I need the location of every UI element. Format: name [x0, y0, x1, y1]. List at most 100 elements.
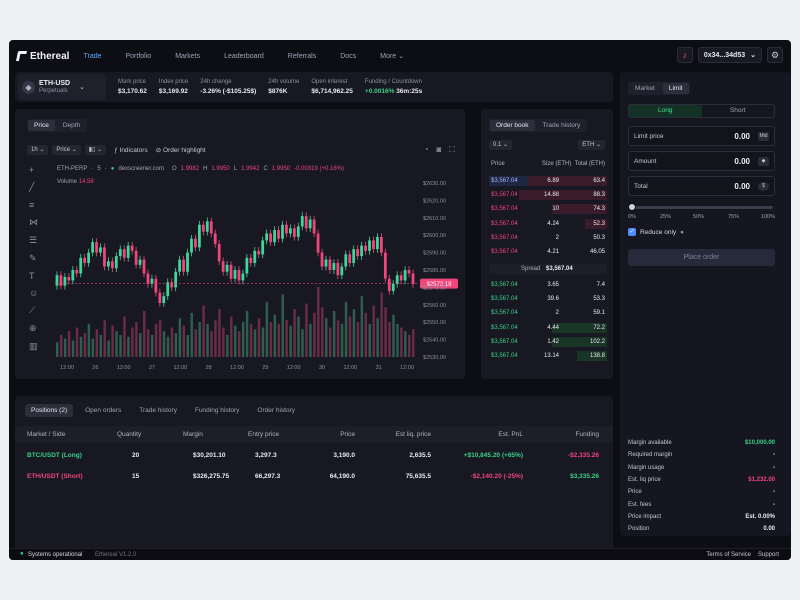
mid-price-button[interactable]: Mid — [758, 132, 769, 141]
bid-row[interactable]: $3,567.04 1.42 102.2 — [489, 336, 607, 347]
position-price: 3,190.0 — [333, 452, 355, 459]
bid-row[interactable]: $3,567.04 2 59.1 — [489, 308, 607, 318]
settings-icon[interactable]: ◔ — [424, 145, 429, 155]
candlestick-chart[interactable]: $2572.19$2630.00$2620.00$2610.00$2600.00… — [55, 175, 461, 377]
camera-icon[interactable]: ◙ — [437, 145, 442, 155]
crosshair-icon[interactable]: + — [29, 165, 38, 175]
volume-bar — [111, 325, 114, 357]
market-pair: ETH-USD — [39, 80, 71, 87]
slider-mark: 100% — [760, 214, 775, 220]
interval-select[interactable]: 1h ⌄ — [27, 145, 49, 155]
tab-market[interactable]: Market — [629, 83, 661, 94]
volume-bar — [63, 338, 67, 357]
candle-body — [249, 257, 253, 264]
ask-row[interactable]: $3,567.04 14.88 88.3 — [489, 190, 607, 201]
ask-row[interactable]: $3,567.04 2 50.3 — [489, 233, 607, 243]
trash-icon[interactable]: ▥ — [29, 341, 38, 352]
ask-row[interactable]: $3,567.04 4.21 46.05 — [489, 247, 607, 257]
volume-bar — [230, 316, 233, 357]
terms-link[interactable]: Terms of Service — [706, 552, 751, 558]
tab-order-book[interactable]: Order book — [490, 120, 535, 131]
bid-row[interactable]: $3,567.04 13.14 138.8 — [489, 351, 607, 361]
amount-field[interactable]: Amount 0.00 ◆ — [628, 151, 775, 171]
volume-bar — [257, 318, 261, 357]
fib-icon[interactable]: ☰ — [29, 235, 38, 246]
tab-trade-history[interactable]: Trade history — [133, 404, 183, 417]
short-button[interactable]: Short — [702, 105, 775, 117]
tab-positions[interactable]: Positions (2) — [25, 404, 74, 417]
trend-line-icon[interactable]: ╱ — [29, 182, 38, 193]
tab-order-history[interactable]: Order history — [251, 404, 301, 417]
zoom-icon[interactable]: ⊕ — [29, 323, 38, 334]
tab-depth[interactable]: Depth — [57, 120, 86, 131]
horizontal-lines-icon[interactable]: ≡ — [29, 200, 38, 210]
pattern-icon[interactable]: ⋈ — [29, 217, 38, 228]
candle-body — [261, 240, 265, 255]
nav-referrals[interactable]: Referrals — [288, 53, 316, 60]
candle-body — [130, 245, 134, 251]
logo[interactable]: Ethereal — [15, 51, 69, 62]
nav-more[interactable]: More ⌄ — [380, 52, 404, 60]
text-icon[interactable]: T — [29, 271, 38, 281]
volume-bar — [139, 333, 142, 357]
ask-row[interactable]: $3,567.04 4.24 52.3 — [489, 218, 607, 229]
emoji-icon[interactable]: ☺ — [29, 288, 38, 298]
order-size: 6.89 — [547, 178, 559, 184]
order-total: 59.1 — [593, 310, 605, 317]
order-highlight-label: Order highlight — [162, 147, 206, 154]
nav-trade[interactable]: Trade — [83, 53, 101, 60]
indicators-button[interactable]: ƒ Indicators — [114, 147, 148, 154]
volume-bar — [154, 323, 158, 357]
stat-24h-change: 24h change -3.26% (-$105.25$) — [200, 79, 256, 95]
nav-portfolio[interactable]: Portfolio — [126, 53, 152, 60]
position-row[interactable]: BTC/USDT (Long) 20 $30,201.10 3,297.3 3,190.… — [15, 446, 613, 466]
position-row[interactable]: ETH/USDT (Short) 15 $326,275.75 66,297.3 64,… — [15, 467, 613, 487]
unit-select[interactable]: ETH ⌄ — [578, 140, 605, 150]
x-tick-label: 30 — [319, 365, 325, 371]
tab-price[interactable]: Price — [28, 120, 55, 131]
size-slider-track[interactable] — [630, 206, 773, 209]
account-button[interactable]: 0x34...34d53 ⌄ — [697, 47, 762, 63]
stat-value: -3.26% (-$105.25$) — [200, 88, 257, 95]
nav-markets[interactable]: Markets — [175, 53, 200, 60]
step-select[interactable]: 0.1 ⌄ — [489, 140, 513, 150]
market-selector[interactable]: ◆ ETH-USD Perpetuals ⌄ — [18, 74, 106, 100]
order-price: $3,567.04 — [491, 220, 518, 227]
nav-docs[interactable]: Docs — [340, 53, 356, 60]
price-type-select[interactable]: Price ⌄ — [52, 145, 81, 155]
candle-style-select[interactable]: ▮▯ ⌄ — [84, 145, 107, 155]
brush-icon[interactable]: ✎ — [29, 253, 38, 264]
bid-row[interactable]: $3,567.04 39.6 53.3 — [489, 294, 607, 304]
total-field[interactable]: Total 0.00 $ — [628, 176, 775, 196]
ask-row[interactable]: $3,567.04 6.89 63.4 — [489, 176, 607, 186]
candle-body — [281, 224, 284, 239]
tab-limit[interactable]: Limit — [662, 83, 689, 94]
volume-bar — [408, 334, 411, 357]
fullscreen-icon[interactable]: ⛶ — [449, 145, 455, 155]
stat-value: $3,169.92 — [158, 88, 188, 95]
reduce-only-checkbox[interactable]: ✓ Reduce only ● — [628, 228, 684, 236]
candle-body — [364, 245, 367, 251]
volume-bar — [261, 327, 265, 357]
tab-open-orders[interactable]: Open orders — [79, 404, 127, 417]
reduce-only-label: Reduce only — [640, 228, 677, 236]
bid-row[interactable]: $3,567.04 3.65 7.4 — [489, 280, 607, 290]
notifications-button[interactable]: ♪ — [676, 47, 693, 63]
open-value: 1.9982 — [180, 166, 200, 172]
order-highlight-toggle[interactable]: ⊘ Order highlight — [156, 146, 206, 154]
tab-trade-history[interactable]: Trade history — [537, 120, 587, 131]
settings-button[interactable]: ⚙ — [767, 47, 783, 63]
ask-row[interactable]: $3,567.04 10 74.3 — [489, 204, 607, 215]
volume-bar — [412, 329, 415, 357]
size-slider-thumb[interactable] — [628, 203, 636, 211]
summary-row: Required margin - — [628, 452, 775, 464]
ruler-icon[interactable]: ⟋ — [29, 305, 38, 316]
limit-price-field[interactable]: Limit price 0.00 Mid — [628, 126, 775, 146]
candle-body — [142, 259, 146, 274]
nav-leaderboard[interactable]: Leaderboard — [224, 53, 264, 60]
tab-funding-history[interactable]: Funding history — [189, 404, 245, 417]
bid-row[interactable]: $3,567.04 4.44 72.2 — [489, 322, 607, 333]
support-link[interactable]: Support — [758, 552, 779, 558]
long-button[interactable]: Long — [629, 105, 702, 117]
place-order-button[interactable]: Place order — [628, 249, 775, 266]
